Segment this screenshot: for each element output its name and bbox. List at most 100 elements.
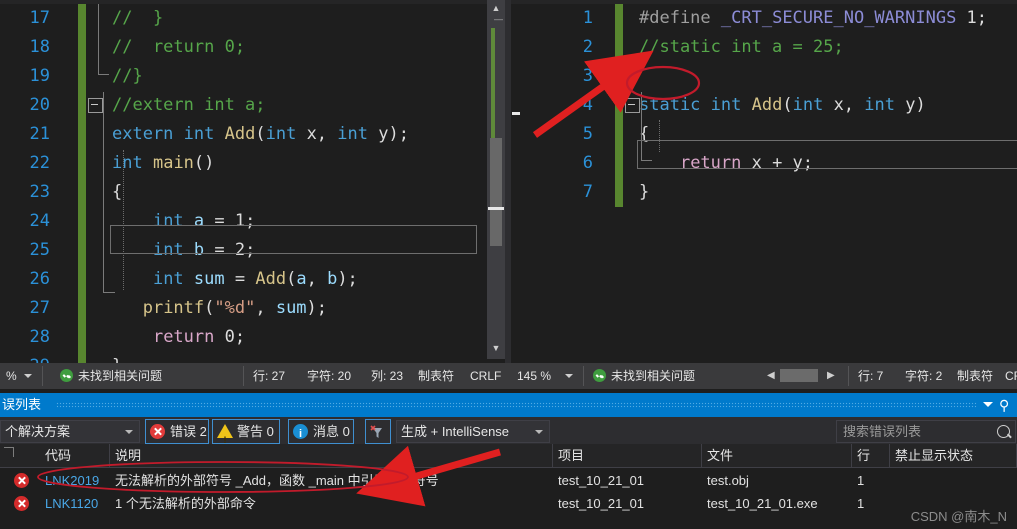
line-number: 20 xyxy=(29,95,50,115)
code-line[interactable]: 2 //static int a = 25; xyxy=(511,33,1017,62)
code-text: int sum = Add(a, b); xyxy=(152,269,358,289)
issue-status-text-left: 未找到相关问题 xyxy=(78,369,163,383)
scroll-thumb-left[interactable] xyxy=(490,138,502,246)
code-text: return 0; xyxy=(152,327,246,347)
error-list-grid[interactable]: 代码 说明 项目 文件行禁止显示状态 LNK2019 无法解析的外部符号 _Add，函数… xyxy=(0,444,1017,529)
statusbar-divider xyxy=(848,366,849,386)
build-filter-value: 生成 + IntelliSense xyxy=(401,424,510,439)
code-line[interactable]: 19 //} xyxy=(0,62,505,91)
code-line[interactable]: 22 int main() xyxy=(0,149,505,178)
fold-toggle-main[interactable] xyxy=(88,98,103,113)
change-bar xyxy=(78,207,86,236)
zoom-caret-left-icon[interactable] xyxy=(24,374,32,378)
cell-suppression xyxy=(890,469,1017,492)
titlebar-drag-dots xyxy=(56,402,977,408)
editor-pane-right[interactable]: 1 #define _CRT_SECURE_NO_WARNINGS 1; 2 //st… xyxy=(511,0,1017,363)
code-line[interactable]: 4 static int Add(int x, int y) xyxy=(511,91,1017,120)
code-line[interactable]: 20 //extern int a; xyxy=(0,91,505,120)
scope-filter-value: 个解决方案 xyxy=(5,424,71,439)
table-row[interactable]: LNK1120 1 个无法解析的外部命令 test_10_21_01 test_10_… xyxy=(0,492,1017,515)
line-number: 1 xyxy=(582,8,593,28)
column-header[interactable]: 说明 xyxy=(110,444,553,467)
hscroll-right-arrow[interactable]: ▶ xyxy=(827,370,835,381)
check-circle-icon xyxy=(60,369,73,382)
build-filter-combo[interactable]: 生成 + IntelliSense xyxy=(396,420,550,443)
code-line[interactable]: 3 xyxy=(511,62,1017,91)
error-list-toolbar: 个解决方案 错误 2 ! 警告 0 消息 0 生成 + Inte xyxy=(0,417,1017,446)
column-header[interactable]: 代码 xyxy=(40,444,110,467)
line-number: 24 xyxy=(29,211,50,231)
cell-project: test_10_21_01 xyxy=(558,496,645,511)
clear-filters-button[interactable] xyxy=(365,419,391,444)
line-number: 25 xyxy=(29,240,50,260)
line-number: 27 xyxy=(29,298,50,318)
issue-status-text-right: 未找到相关问题 xyxy=(611,369,696,383)
code-line[interactable]: 7} xyxy=(511,178,1017,207)
inner-indent-guide xyxy=(123,150,124,290)
table-row[interactable]: LNK2019 无法解析的外部符号 _Add，函数 _main 中引用了该符号 te… xyxy=(0,469,1017,492)
messages-filter-button[interactable]: 消息 0 xyxy=(288,419,354,446)
change-bar xyxy=(615,178,623,207)
warning-icon: ! xyxy=(217,424,233,445)
code-line[interactable]: 18 // return 0; xyxy=(0,33,505,62)
change-bar xyxy=(615,4,623,33)
eol-indicator-right: CRL xyxy=(1005,369,1017,383)
code-line[interactable]: 21 extern int Add(int x, int y); xyxy=(0,120,505,149)
sort-indicator-icon[interactable] xyxy=(4,447,14,457)
change-bar xyxy=(78,178,86,207)
change-bar xyxy=(78,4,86,33)
code-area-left[interactable]: 17 // } 18 // return 0; 19 //} 20 //extern int … xyxy=(0,4,505,363)
code-text: #define _CRT_SECURE_NO_WARNINGS 1; xyxy=(639,8,988,28)
code-text: } xyxy=(112,352,122,363)
hscroll-left-arrow[interactable]: ◀ xyxy=(767,370,775,381)
editor-scrollbar-left[interactable]: ▲ — ▼ xyxy=(487,0,505,359)
column-header[interactable]: 文件 xyxy=(702,444,852,467)
code-line[interactable]: 1 #define _CRT_SECURE_NO_WARNINGS 1; xyxy=(511,4,1017,33)
change-bar xyxy=(78,120,86,149)
line-number: 21 xyxy=(29,124,50,144)
code-text: // } xyxy=(112,8,164,28)
column-header[interactable]: 禁止显示状态 xyxy=(890,444,1017,467)
code-line[interactable]: 17 // } xyxy=(0,4,505,33)
row-indicator-left: 行: 27 xyxy=(253,369,286,383)
search-input[interactable] xyxy=(841,421,995,442)
scope-filter-combo[interactable]: 个解决方案 xyxy=(0,420,140,443)
main-block-guide xyxy=(103,104,115,293)
code-line[interactable]: 27 printf("%d", sum); xyxy=(0,294,505,323)
zoom-caret-right-icon[interactable] xyxy=(565,374,573,378)
search-errors-box[interactable] xyxy=(836,420,1016,443)
scroll-caret-marker-right xyxy=(512,112,520,115)
pin-icon[interactable]: ⚲ xyxy=(999,397,1011,413)
issue-status-right: 未找到相关问题 xyxy=(593,363,695,389)
chevron-down-icon[interactable] xyxy=(983,402,993,407)
errors-filter-button[interactable]: 错误 2 xyxy=(145,419,209,444)
change-bar xyxy=(615,91,623,120)
column-header[interactable]: 行 xyxy=(852,444,890,467)
code-text: //extern int a; xyxy=(112,95,266,115)
code-line[interactable]: 29} xyxy=(0,352,505,363)
chevron-down-icon[interactable] xyxy=(535,430,543,434)
hscroll-thumb[interactable] xyxy=(780,369,818,382)
warnings-filter-button[interactable]: ! 警告 0 xyxy=(212,419,280,445)
error-list-titlebar[interactable]: 误列表 ⚲ xyxy=(0,393,1017,417)
line-number: 4 xyxy=(582,95,593,115)
cell-code: LNK1120 xyxy=(45,496,99,511)
editor-statusbar-right: 145 % 未找到相关问题 ◀ ▶ 行: 7 字符: 2 制表符 CRL xyxy=(505,363,1017,389)
code-area-right[interactable]: 1 #define _CRT_SECURE_NO_WARNINGS 1; 2 //st… xyxy=(511,4,1017,363)
editor-pane-left[interactable]: 17 // } 18 // return 0; 19 //} 20 //extern int … xyxy=(0,0,505,363)
cell-line: 1 xyxy=(857,496,865,511)
chevron-down-icon[interactable] xyxy=(125,430,133,434)
code-text: printf("%d", sum); xyxy=(142,298,328,318)
code-line[interactable]: 28 return 0; xyxy=(0,323,505,352)
column-header[interactable]: 项目 xyxy=(553,444,702,467)
zoom-level-left[interactable]: % xyxy=(0,363,17,389)
col-indicator-left: 列: 23 xyxy=(371,369,404,383)
code-text: //static int a = 25; xyxy=(639,37,844,57)
cell-code: LNK2019 xyxy=(45,473,100,488)
fold-toggle-add[interactable] xyxy=(625,98,640,113)
zoom-level-right[interactable]: 145 % xyxy=(511,363,551,389)
code-line[interactable]: 23{ xyxy=(0,178,505,207)
scroll-down-arrow[interactable]: ▼ xyxy=(487,340,505,357)
code-line[interactable]: 26 int sum = Add(a, b); xyxy=(0,265,505,294)
search-icon[interactable] xyxy=(997,425,1010,438)
